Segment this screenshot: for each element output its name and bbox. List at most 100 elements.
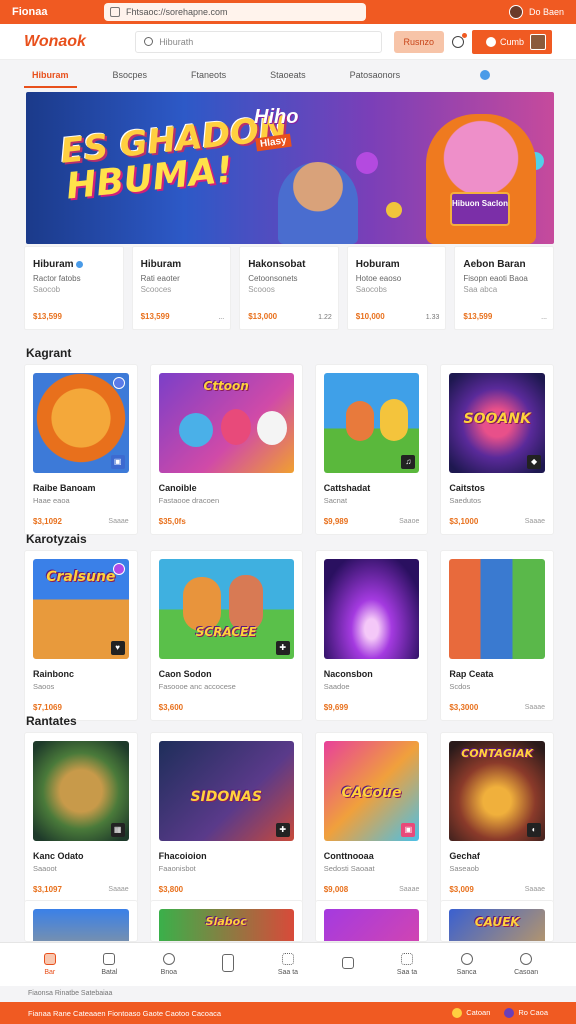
game-card[interactable]: ▣ Raibe Banoam Haae eaoa $3,1092 Saaae [24, 364, 138, 535]
game-card[interactable]: CONTAGIAK ◐ Gechaf Saseaob $3,009 Saaae [440, 732, 555, 903]
platform-icon: ▦ [110, 823, 125, 837]
nav-item[interactable]: Batal [89, 953, 129, 976]
game-card[interactable]: SCRACEE ✚ Caon Sodon Fasoooe anc accoces… [149, 550, 303, 721]
featured-title: Hiburam [140, 259, 182, 270]
game-note: Saaoe [399, 518, 420, 525]
featured-note: 1.33 [425, 314, 440, 321]
game-card[interactable]: Rap Ceata Scdos $3,3000 Saaae [440, 550, 555, 721]
game-card[interactable] [314, 900, 429, 942]
nav-item[interactable]: Casoan [506, 953, 546, 976]
legal-text: Fiaonsa Rinatbe Satebaiaa [28, 990, 113, 997]
platform-icon: ▣ [401, 823, 416, 837]
character-art [228, 575, 263, 631]
game-card[interactable]: Cttoon Canoible Fastaooe dracoen $35,0fs [149, 364, 303, 535]
info-dot-icon[interactable] [480, 70, 490, 80]
game-card[interactable]: Slaboc [149, 900, 303, 942]
category-tabs: Hiburam Bsocpes Ftaneots Staoeats Patosa… [24, 64, 552, 88]
tab-3[interactable]: Staoeats [262, 66, 314, 84]
game-subtitle: Faaonisbot [158, 864, 196, 873]
character-art [256, 411, 287, 445]
game-row: Cralsune ♥ Rainbonc Saoos $7,1069 SCRACE… [24, 550, 555, 721]
game-title: Caitstos [449, 483, 485, 493]
tab-2[interactable]: Ftaneots [183, 66, 234, 84]
game-thumbnail: SOOANK ◆ [449, 373, 546, 473]
site-header: Wonaok Hiburath Rusnzo Cumb [0, 24, 576, 60]
game-note: Saaae [524, 704, 546, 711]
featured-card[interactable]: Hoburam Hotoe eaoso Saocobs $10,000 1.33 [346, 246, 447, 330]
game-title: Rap Ceata [449, 669, 494, 679]
game-thumbnail: Cralsune ♥ [33, 559, 129, 659]
hero-side-title: Hiho [254, 106, 299, 128]
nav-item[interactable]: Saa ta [268, 953, 308, 976]
game-title: Kanc Odato [33, 851, 84, 861]
game-art-text: SCRACEE [195, 625, 257, 639]
featured-subtitle: Rati eaoter [140, 274, 180, 283]
game-note: Saaae [108, 886, 129, 893]
game-thumbnail: Slaboc [158, 909, 294, 941]
game-thumbnail: SCRACEE ✚ [158, 559, 294, 659]
featured-row: Hiburam Ractor fatobs Saocob $13,599 Hib… [24, 246, 554, 330]
hero-badge: Hibuon Saclon [450, 192, 510, 226]
site-logo[interactable]: Wonaok [24, 33, 135, 51]
game-title: Caon Sodon [158, 669, 212, 679]
game-card[interactable] [24, 900, 138, 942]
featured-meta: Saa abca [463, 285, 498, 294]
tab-1[interactable]: Bsocpes [105, 66, 156, 84]
nav-item[interactable] [328, 956, 368, 973]
featured-title: Hoburam [355, 259, 400, 270]
nav-item[interactable] [208, 953, 248, 976]
featured-card[interactable]: Hiburam Ractor fatobs Saocob $13,599 [24, 246, 124, 330]
game-card[interactable]: Naconsbon Saadoe $9,699 [314, 550, 429, 721]
footer-links[interactable]: Fianaa Rane Cateaaen Fiontoaso Gaote Cao… [28, 1009, 221, 1018]
top-brand: Fionaa [12, 6, 48, 18]
platform-icon: ♥ [110, 641, 125, 655]
game-card[interactable]: CAUEK [440, 900, 555, 942]
game-title: Gechaf [449, 851, 480, 861]
nav-item[interactable]: Sanca [447, 953, 487, 976]
featured-price: $13,599 [140, 312, 170, 321]
game-thumbnail: ▦ [33, 741, 129, 841]
top-bar: Fionaa Fhtsaoc://sorehapne.com Do Baen [0, 0, 576, 24]
url-bar[interactable]: Fhtsaoc://sorehapne.com [104, 3, 366, 21]
chat-icon [341, 956, 354, 969]
featured-subtitle: Hotoe eaoso [355, 274, 402, 283]
featured-card[interactable]: Aebon Baran Fisopn eaoti Baoa Saa abca $… [454, 246, 554, 330]
footer-link[interactable]: Catoan [452, 1008, 490, 1018]
nav-home[interactable]: Bar [30, 953, 70, 976]
featured-card[interactable]: Hakonsobat Cetoonsonets Scooos $13,000 1… [239, 246, 339, 330]
game-art-text: CACoue [341, 785, 402, 801]
section-title: Rantates [26, 714, 77, 728]
user-menu-button[interactable]: Cumb [471, 29, 552, 54]
cta-button[interactable]: Rusnzo [393, 30, 445, 53]
game-art-text: SIDONAS [190, 789, 262, 805]
game-card[interactable]: ♫ Cattshadat Sacnat $9,989 Saaoe [314, 364, 429, 535]
nav-item[interactable]: Bnoa [149, 953, 189, 976]
game-subtitle: Saedutos [449, 496, 482, 505]
game-thumbnail: CAUEK [449, 909, 546, 941]
game-title: Naconsbon [323, 669, 373, 679]
game-card[interactable]: SIDONAS ✚ Fhacoioion Faaonisbot $3,800 [149, 732, 303, 903]
game-title: Raibe Banoam [33, 483, 96, 493]
hero-banner[interactable]: ES GHADON HBUMA! Hiho Hlasy Hibuon Saclo… [26, 92, 554, 244]
featured-meta: Scooos [248, 285, 275, 294]
avatar [529, 33, 546, 50]
nav-item[interactable]: Saa ta [387, 953, 427, 976]
game-card[interactable]: CACoue ▣ Conttnooaa Sedosti Saoaat $9,00… [314, 732, 429, 903]
search-input[interactable]: Hiburath [135, 30, 382, 53]
game-card[interactable]: Cralsune ♥ Rainbonc Saoos $7,1069 [24, 550, 138, 721]
grid-icon [281, 953, 294, 965]
game-subtitle: Saadoe [323, 682, 350, 691]
platform-icon: ✚ [275, 641, 290, 655]
tab-0[interactable]: Hiburam [24, 66, 77, 88]
platform-icon: ♫ [401, 455, 416, 469]
featured-card[interactable]: Hiburam Rati eaoter Scooces $13,599 ... [131, 246, 232, 330]
footer-link[interactable]: Ro Caoa [504, 1008, 548, 1018]
featured-note: ... [541, 314, 547, 321]
tab-4[interactable]: Patosaonors [342, 66, 409, 84]
game-card[interactable]: SOOANK ◆ Caitstos Saedutos $3,1000 Saaae [440, 364, 555, 535]
badge-icon [112, 377, 125, 389]
top-user[interactable]: Do Baen [508, 5, 564, 19]
featured-price: $13,599 [33, 312, 62, 321]
game-card[interactable]: ▦ Kanc Odato Saaoot $3,1097 Saaae [24, 732, 138, 903]
bell-icon[interactable] [452, 32, 467, 48]
